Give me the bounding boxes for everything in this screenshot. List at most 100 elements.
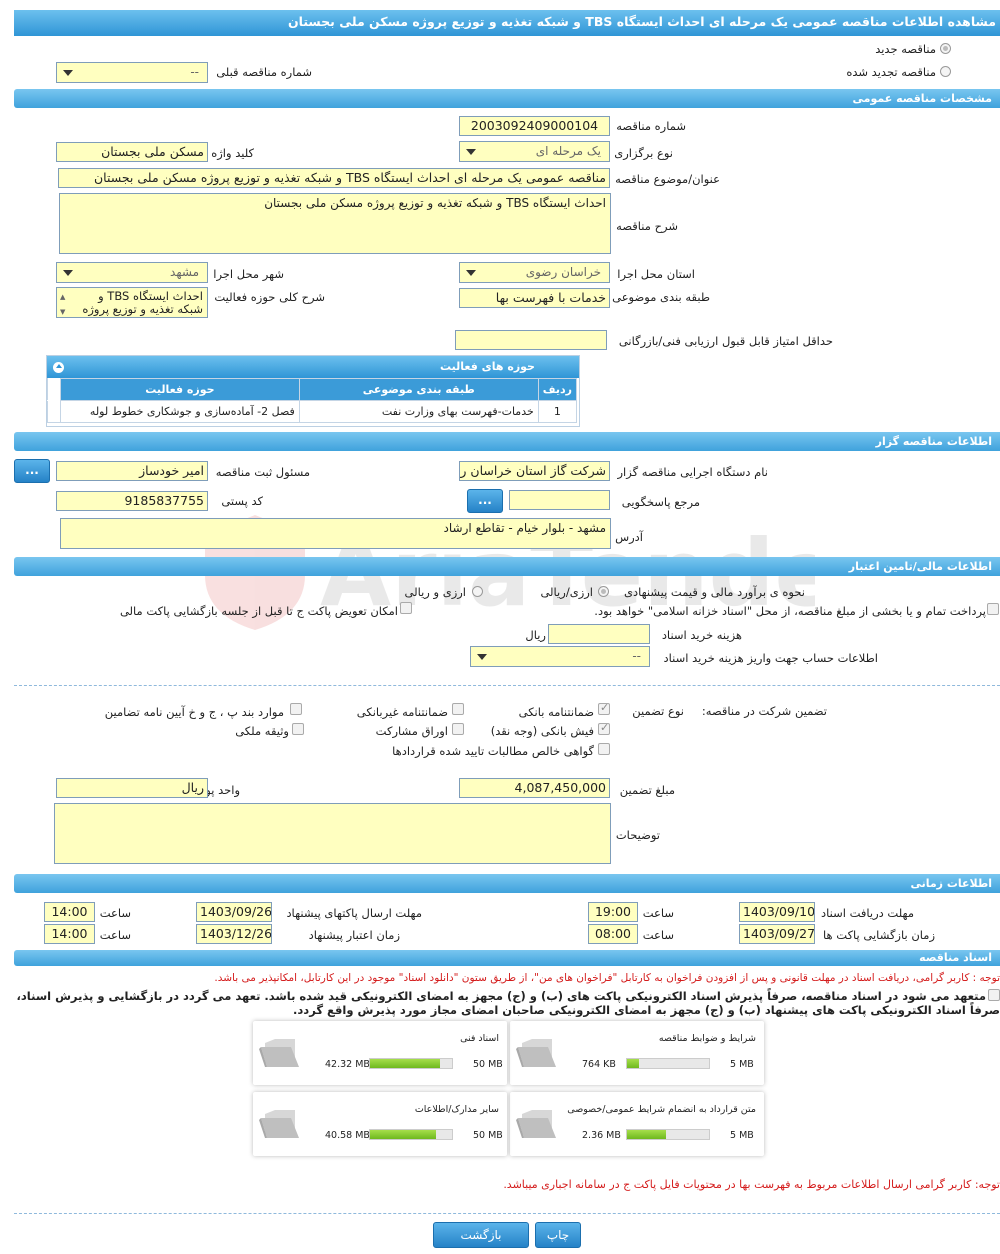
guarantee-bank-checkbox[interactable] [598, 701, 610, 715]
radio-fx[interactable] [472, 586, 483, 597]
opening-time-label: ساعت [642, 928, 674, 942]
chevron-down-icon [463, 267, 477, 278]
commitment-text-2: صرفاً اسناد الکترونیکی پاکت های پیشنهاد … [293, 1003, 1000, 1017]
address-label: آدرس [615, 530, 643, 544]
guarantee-bank-label: ضمانتنامه بانکی [518, 705, 594, 719]
category-label: طبقه بندی موضوعی [612, 290, 710, 304]
keyword-field[interactable]: مسکن ملی بجستان [56, 142, 208, 162]
guarantee-nonbank-checkbox[interactable] [452, 703, 464, 715]
min-score-label: حداقل امتیاز قابل قبول ارزیابی فنی/بازرگ… [618, 334, 833, 348]
radio-rial[interactable] [598, 586, 609, 597]
guarantee-property-checkbox[interactable] [292, 723, 304, 735]
ref-label: مرجع پاسخگویی [621, 495, 700, 509]
download-notice: توجه : کاربر گرامی، دریافت اسناد در مهلت… [214, 972, 1000, 984]
estimate-label: نحوه ی برآورد مالی و قیمت پیشنهادی [623, 585, 805, 599]
section-general: مشخصات مناقصه عمومی [14, 89, 1000, 108]
org-field[interactable]: شرکت گاز استان خراسان رضوی [459, 461, 610, 481]
file-title: شرایط و ضوابط مناقصه [658, 1033, 756, 1044]
section-timing: اطلاعات زمانی [14, 874, 1000, 893]
scroll-up-icon[interactable]: ▲ [60, 291, 65, 304]
doc-cost-unit: ریال [525, 628, 546, 642]
registrar-field[interactable]: امیر خودساز [56, 461, 208, 481]
file-max: 50 MB [473, 1059, 503, 1070]
file-title: سایر مدارک/اطلاعات [414, 1104, 499, 1115]
currency-field[interactable]: ریال [56, 778, 208, 798]
postal-label: کد پستی [221, 494, 263, 508]
ref-more-button[interactable]: ... [467, 489, 503, 513]
account-select[interactable]: -- [470, 646, 650, 667]
guarantee-cash-checkbox[interactable] [598, 721, 610, 735]
min-score-field[interactable] [455, 330, 607, 350]
guarantee-clause-checkbox[interactable] [290, 703, 302, 715]
description-textarea[interactable]: احداث ایستگاه TBS و شبکه تغذیه و توزیع پ… [59, 193, 611, 254]
province-select[interactable]: خراسان رضوی [459, 262, 610, 283]
receive-deadline-field[interactable]: 1403/09/10 [739, 902, 815, 922]
radio-new-tender[interactable] [940, 43, 951, 54]
registrar-more-button[interactable]: ... [14, 459, 50, 483]
file-progress-fill [370, 1130, 437, 1139]
activity-desc-label: شرح کلی حوزه فعالیت [214, 290, 325, 304]
notes-textarea[interactable] [54, 803, 611, 864]
postal-field[interactable]: 9185837755 [56, 491, 208, 511]
activities-title: حوزه های فعالیت [47, 356, 579, 378]
swap-label: امکان تعویض پاکت ج تا قبل از جلسه بازگشا… [119, 604, 398, 618]
commitment-text-1: متعهد می شود در اسناد مناقصه، صرفاً پذیر… [16, 989, 986, 1003]
tender-number-field[interactable]: 2003092409000104 [459, 116, 610, 136]
file-progress [369, 1058, 453, 1069]
guarantee-property-label: وثیقه ملکی [235, 724, 289, 738]
doc-cost-field[interactable] [548, 624, 650, 644]
keyword-label: کلید واژه [211, 146, 254, 160]
submit-time-field[interactable]: 14:00 [44, 902, 95, 922]
prev-tender-select[interactable]: -- [56, 62, 208, 83]
category-field[interactable]: خدمات با فهرست بها [459, 288, 610, 308]
table-cell [47, 400, 61, 423]
guarantee-claims-checkbox[interactable] [598, 743, 610, 755]
radio-fx-label: ارزی و ریالی [404, 585, 466, 599]
file-card-technical[interactable]: اسناد فنی 42.32 MB 50 MB [253, 1021, 507, 1085]
back-button[interactable]: بازگشت [433, 1222, 529, 1248]
file-card-contract[interactable]: متن قرارداد به انضمام شرایط عمومی/خصوصی … [510, 1092, 764, 1156]
subject-field[interactable]: مناقصه عمومی یک مرحله ای احداث ایستگاه T… [58, 168, 610, 188]
validity-field[interactable]: 1403/12/26 [196, 924, 272, 944]
file-size: 40.58 MB [325, 1130, 370, 1141]
notes-label: توضیحات [615, 828, 660, 842]
scroll-down-icon[interactable]: ▼ [60, 306, 65, 317]
address-textarea[interactable]: مشهد - بلوار خیام - تقاطع ارشاد [60, 518, 611, 549]
file-max: 5 MB [730, 1059, 754, 1070]
submit-deadline-field[interactable]: 1403/09/26 [196, 902, 272, 922]
file-progress [369, 1129, 453, 1140]
col-header: طبقه بندی موضوعی [298, 378, 539, 401]
guarantee-bonds-checkbox[interactable] [452, 723, 464, 735]
table-cell: فصل 2- آماده‌سازی و جوشکاری خطوط لوله [60, 400, 300, 423]
col-header: حوزه فعالیت [60, 378, 300, 401]
opening-time-field[interactable]: 08:00 [588, 924, 638, 944]
city-select[interactable]: مشهد [56, 262, 208, 283]
file-card-terms[interactable]: شرایط و ضوابط مناقصه 764 KB 5 MB [510, 1021, 764, 1085]
guarantee-type-label: نوع تضمین [632, 704, 684, 718]
city-label: شهر محل اجرا [213, 267, 284, 281]
chevron-down-icon [463, 146, 477, 157]
opening-field[interactable]: 1403/09/27 [739, 924, 815, 944]
collapse-icon[interactable] [53, 362, 64, 373]
org-label: نام دستگاه اجرایی مناقصه گزار [617, 465, 768, 479]
holding-type-select[interactable]: یک مرحله ای [459, 141, 610, 162]
divider [14, 1213, 1000, 1214]
activity-desc-textarea[interactable]: احداث ایستگاه TBS و شبکه تغذیه و توزیع پ… [56, 287, 208, 318]
treasury-checkbox[interactable] [987, 603, 999, 615]
guarantee-amount-field[interactable]: 4,087,450,000 [459, 778, 610, 798]
validity-label: زمان اعتبار پیشنهاد [308, 928, 400, 942]
chevron-down-icon [474, 651, 488, 662]
file-title: اسناد فنی [460, 1033, 499, 1044]
file-card-other[interactable]: سایر مدارک/اطلاعات 40.58 MB 50 MB [253, 1092, 507, 1156]
swap-checkbox[interactable] [400, 602, 412, 614]
folder-icon [259, 1039, 299, 1067]
validity-time-field[interactable]: 14:00 [44, 924, 95, 944]
radio-renewed-tender[interactable] [940, 66, 951, 77]
receive-time-field[interactable]: 19:00 [588, 902, 638, 922]
commitment-checkbox[interactable] [988, 989, 1000, 1001]
file-max: 50 MB [473, 1130, 503, 1141]
print-button[interactable]: چاپ [535, 1222, 581, 1248]
ref-field[interactable] [509, 490, 610, 510]
file-size: 42.32 MB [325, 1059, 370, 1070]
tender-number-label: شماره مناقصه [616, 119, 686, 133]
